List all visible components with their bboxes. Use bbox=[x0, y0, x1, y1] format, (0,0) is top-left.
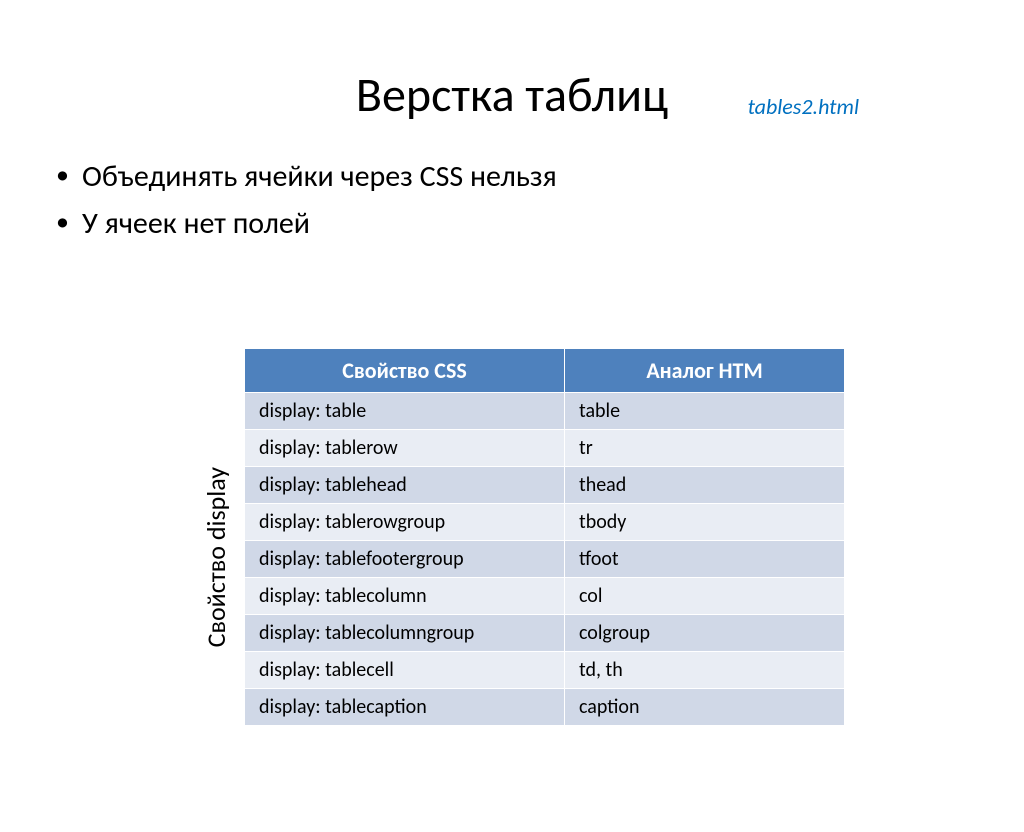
css-display-table: Свойство CSS Аналог HTM display: table t… bbox=[244, 348, 845, 726]
table-row: display: tablecaption caption bbox=[245, 689, 845, 726]
table-cell: table bbox=[565, 393, 845, 430]
table-cell: tr bbox=[565, 430, 845, 467]
table-row: display: tablerowgroup tbody bbox=[245, 504, 845, 541]
table-row: display: tablerow tr bbox=[245, 430, 845, 467]
table-cell: display: tablecell bbox=[245, 652, 565, 689]
table-cell: tfoot bbox=[565, 541, 845, 578]
table-row: display: tablecolumn col bbox=[245, 578, 845, 615]
table-header-css: Свойство CSS bbox=[245, 349, 565, 393]
table-row: display: table table bbox=[245, 393, 845, 430]
table-cell: caption bbox=[565, 689, 845, 726]
page-title: Верстка таблиц bbox=[0, 65, 1024, 124]
file-link-label: tables2.html bbox=[748, 93, 859, 120]
table-cell: display: tablefootergroup bbox=[245, 541, 565, 578]
table-cell: display: tablerowgroup bbox=[245, 504, 565, 541]
table-row: display: tablecell td, th bbox=[245, 652, 845, 689]
table-cell: thead bbox=[565, 467, 845, 504]
table-cell: display: tablecolumngroup bbox=[245, 615, 565, 652]
list-item: У ячеек нет полей bbox=[50, 201, 1024, 248]
table-cell: td, th bbox=[565, 652, 845, 689]
table-cell: display: tablehead bbox=[245, 467, 565, 504]
table-cell: display: tablecaption bbox=[245, 689, 565, 726]
bullet-list: Объединять ячейки через CSS нельзя У яче… bbox=[50, 154, 1024, 247]
table-cell: display: tablecolumn bbox=[245, 578, 565, 615]
table-cell: col bbox=[565, 578, 845, 615]
table-header-row: Свойство CSS Аналог HTM bbox=[245, 349, 845, 393]
table-cell: display: table bbox=[245, 393, 565, 430]
table-cell: tbody bbox=[565, 504, 845, 541]
table-row: display: tablefootergroup tfoot bbox=[245, 541, 845, 578]
table-row: display: tablecolumngroup colgroup bbox=[245, 615, 845, 652]
table-row: display: tablehead thead bbox=[245, 467, 845, 504]
table-header-htm: Аналог HTM bbox=[565, 349, 845, 393]
table-side-label: Свойство display bbox=[200, 467, 232, 647]
table-cell: display: tablerow bbox=[245, 430, 565, 467]
table-container: Свойство display Свойство CSS Аналог HTM… bbox=[200, 348, 877, 726]
table-cell: colgroup bbox=[565, 615, 845, 652]
list-item: Объединять ячейки через CSS нельзя bbox=[50, 154, 1024, 201]
